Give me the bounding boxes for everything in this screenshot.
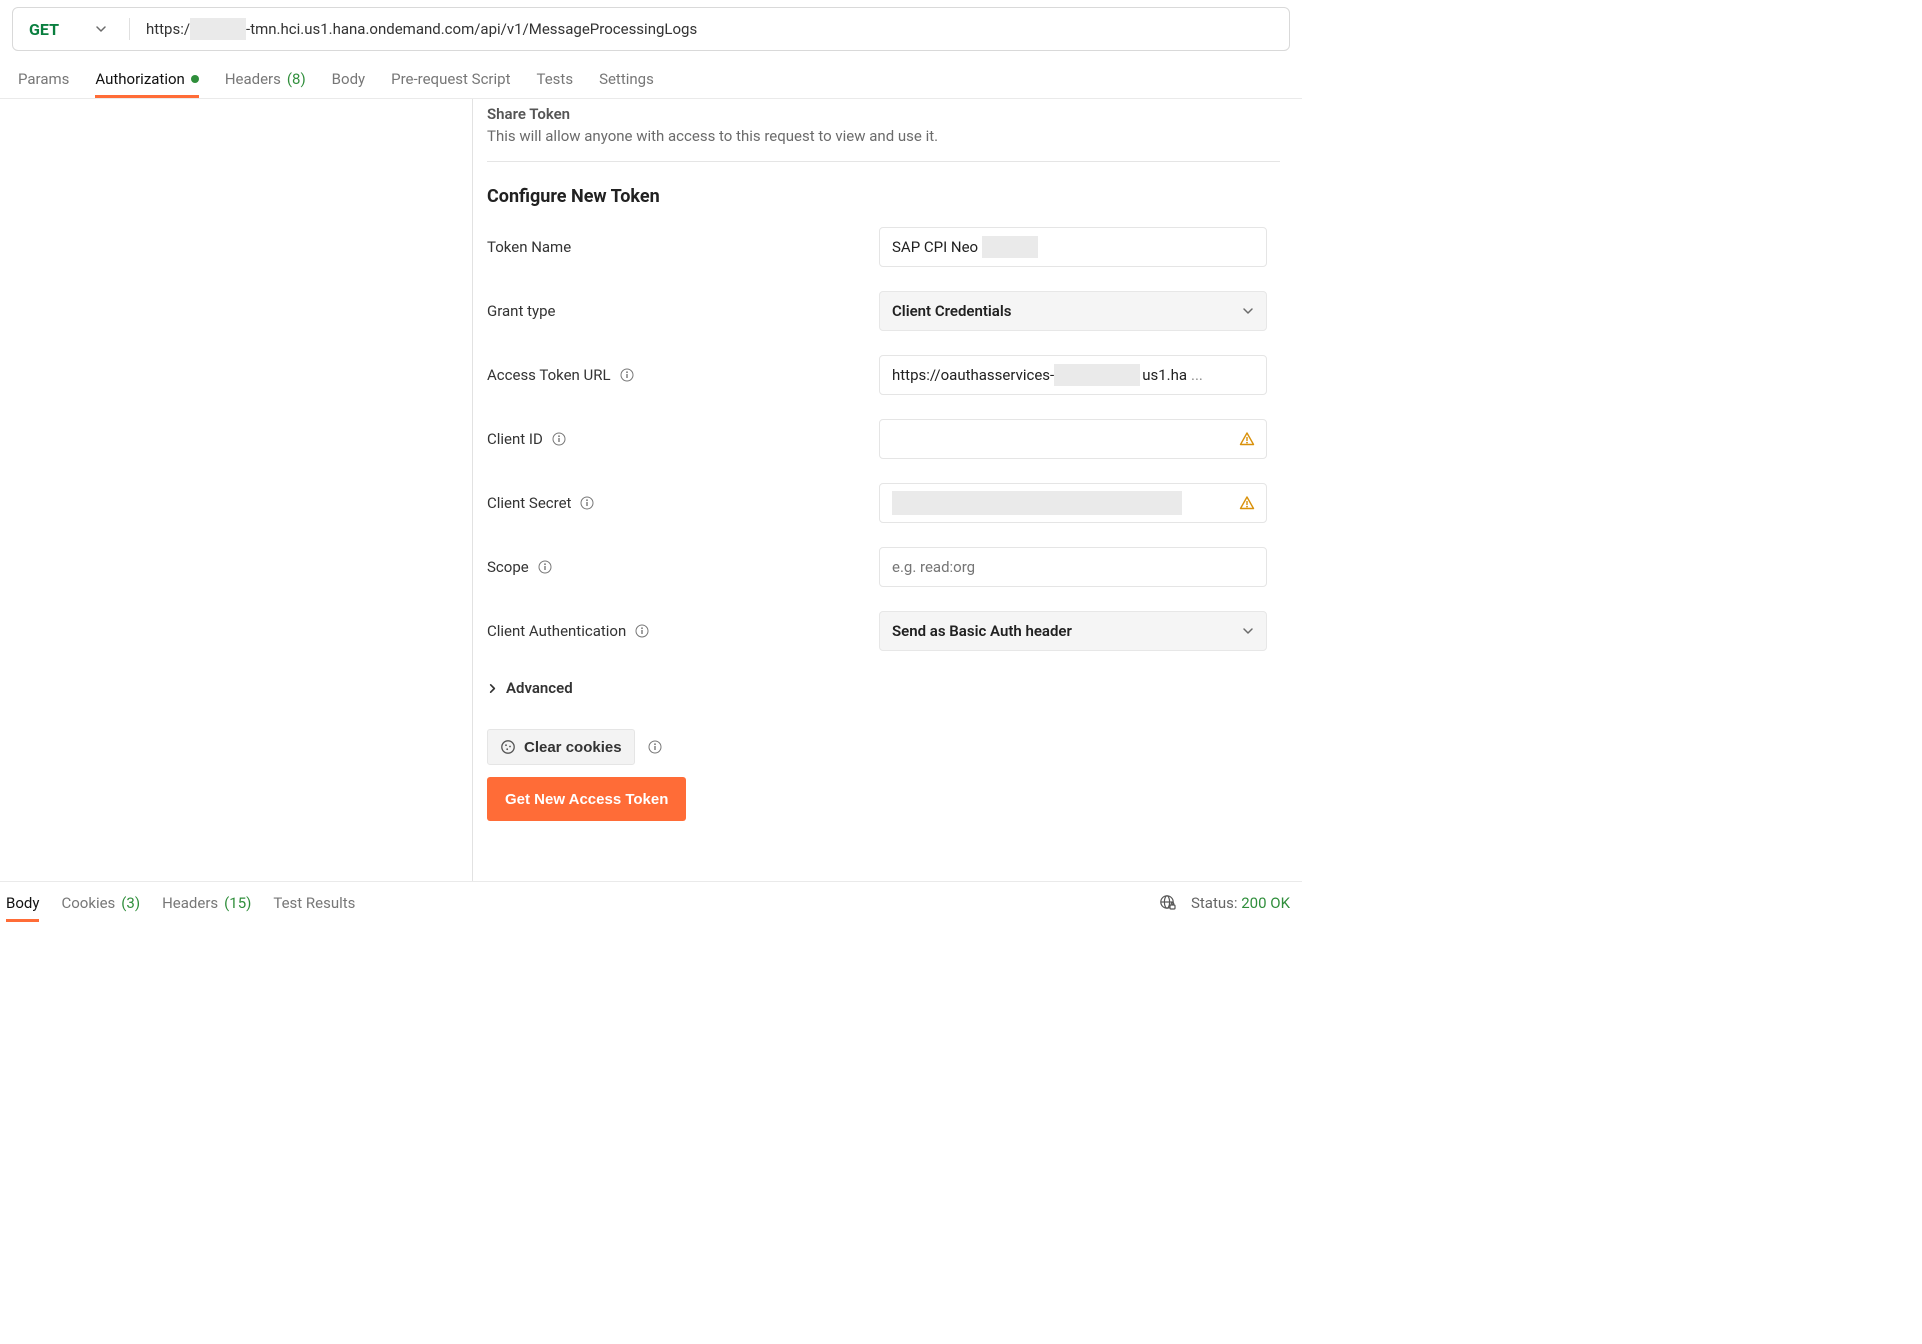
access-token-url-label: Access Token URL	[487, 366, 879, 384]
client-authentication-row: Client Authentication Send as Basic Auth…	[487, 611, 1280, 651]
tab-prerequest-script[interactable]: Pre-request Script	[391, 60, 510, 97]
configure-new-token-heading: Configure New Token	[487, 186, 1280, 207]
request-url-input[interactable]: https:/ -tmn.hci.us1.hana.ondemand.com/a…	[138, 8, 1289, 50]
token-name-label: Token Name	[487, 238, 879, 256]
auth-config-pane: Share Token This will allow anyone with …	[473, 99, 1302, 881]
tab-settings[interactable]: Settings	[599, 60, 654, 97]
response-status-area: Status: 200 OK	[1159, 894, 1290, 912]
redacted-token-name	[982, 236, 1038, 258]
status-value: 200 OK	[1241, 894, 1290, 912]
client-authentication-label: Client Authentication	[487, 622, 879, 640]
advanced-toggle[interactable]: Advanced	[487, 679, 1280, 697]
info-icon[interactable]	[619, 367, 635, 383]
client-id-row: Client ID	[487, 419, 1280, 459]
redacted-url-segment	[1054, 364, 1140, 386]
info-icon[interactable]	[537, 559, 553, 575]
info-icon[interactable]	[551, 431, 567, 447]
auth-content: Share Token This will allow anyone with …	[0, 99, 1302, 881]
share-token-desc: This will allow anyone with access to th…	[487, 127, 1280, 145]
globe-network-icon[interactable]	[1159, 894, 1177, 912]
token-name-row: Token Name SAP CPI Neo	[487, 227, 1280, 267]
redacted-url-segment	[190, 18, 246, 40]
divider	[129, 18, 130, 40]
tab-params[interactable]: Params	[18, 60, 69, 97]
grant-type-label: Grant type	[487, 302, 879, 320]
client-id-input[interactable]	[879, 419, 1267, 459]
redacted-client-secret	[892, 491, 1182, 515]
chevron-down-icon	[1242, 625, 1254, 637]
chevron-down-icon	[95, 23, 107, 35]
http-method-selector[interactable]: GET	[13, 8, 121, 50]
info-icon[interactable]	[647, 739, 663, 755]
chevron-right-icon	[487, 683, 498, 694]
scope-row: Scope	[487, 547, 1280, 587]
redacted-client-id	[892, 427, 1226, 451]
tab-tests[interactable]: Tests	[536, 60, 573, 97]
get-new-access-token-button[interactable]: Get New Access Token	[487, 777, 686, 821]
access-token-url-input[interactable]: https://oauthasservices- us1.ha ...	[879, 355, 1267, 395]
tab-body[interactable]: Body	[332, 60, 365, 97]
warning-icon	[1239, 431, 1255, 447]
response-tab-cookies[interactable]: Cookies (3)	[61, 884, 140, 921]
http-method-label: GET	[29, 20, 59, 39]
info-icon[interactable]	[634, 623, 650, 639]
response-tabbar: Body Cookies (3) Headers (15) Test Resul…	[0, 881, 1302, 923]
request-url-row: GET https:/ -tmn.hci.us1.hana.ondemand.c…	[12, 7, 1290, 51]
client-secret-label: Client Secret	[487, 494, 879, 512]
grant-type-row: Grant type Client Credentials	[487, 291, 1280, 331]
left-pane	[0, 99, 472, 881]
scope-label: Scope	[487, 558, 879, 576]
request-tabbar: Params Authorization Headers (8) Body Pr…	[0, 59, 1302, 99]
clear-cookies-button[interactable]: Clear cookies	[487, 729, 635, 765]
grant-type-select[interactable]: Client Credentials	[879, 291, 1267, 331]
scope-input[interactable]	[879, 547, 1267, 587]
share-token-section: Share Token This will allow anyone with …	[487, 99, 1280, 162]
access-token-url-row: Access Token URL https://oauthasservices…	[487, 355, 1280, 395]
client-authentication-select[interactable]: Send as Basic Auth header	[879, 611, 1267, 651]
info-icon[interactable]	[579, 495, 595, 511]
chevron-down-icon	[1242, 305, 1254, 317]
share-token-title: Share Token	[487, 105, 1280, 123]
tab-headers[interactable]: Headers (8)	[225, 60, 306, 97]
token-name-input[interactable]: SAP CPI Neo	[879, 227, 1267, 267]
warning-icon	[1239, 495, 1255, 511]
response-tab-headers[interactable]: Headers (15)	[162, 884, 251, 921]
tab-authorization[interactable]: Authorization	[95, 60, 198, 98]
cookie-icon	[500, 739, 516, 755]
unsaved-dot-icon	[191, 75, 199, 83]
response-tab-body[interactable]: Body	[6, 884, 39, 922]
response-tab-test-results[interactable]: Test Results	[273, 884, 355, 921]
status-label: Status:	[1191, 894, 1238, 912]
client-secret-input[interactable]	[879, 483, 1267, 523]
client-id-label: Client ID	[487, 430, 879, 448]
client-secret-row: Client Secret	[487, 483, 1280, 523]
